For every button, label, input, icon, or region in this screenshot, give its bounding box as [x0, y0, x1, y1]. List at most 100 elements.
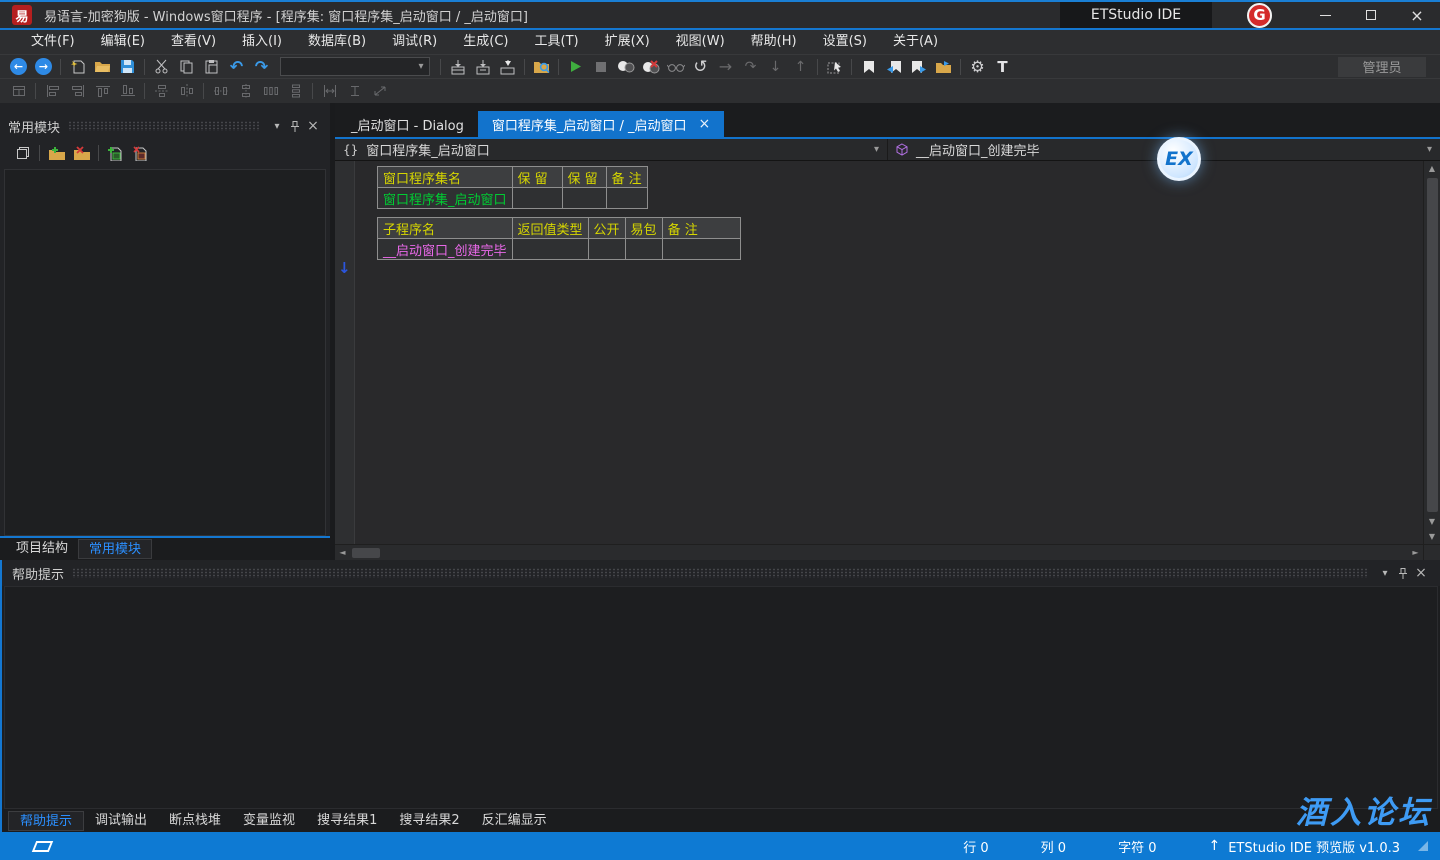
note-cell[interactable]: [662, 239, 740, 260]
step-into-button[interactable]: ↓: [763, 56, 788, 78]
tab-debug-output[interactable]: 调试输出: [84, 811, 158, 831]
horizontal-scrollbar[interactable]: ◄ ►: [335, 545, 1423, 560]
module-list-button[interactable]: [10, 142, 35, 164]
note-header[interactable]: 备 注: [662, 218, 740, 239]
step-out-button[interactable]: ↷: [738, 56, 763, 78]
resize-grip[interactable]: [1418, 841, 1428, 851]
menu-window-view[interactable]: 视图(W): [663, 30, 738, 54]
menu-tools[interactable]: 工具(T): [522, 30, 592, 54]
tab-variable-watch[interactable]: 变量监视: [232, 811, 306, 831]
spacing-equal-horizontal-button[interactable]: [258, 80, 283, 102]
step-over-button[interactable]: →: [713, 56, 738, 78]
static-compile-button[interactable]: [470, 56, 495, 78]
compile-button[interactable]: [445, 56, 470, 78]
menu-extensions[interactable]: 扩展(X): [592, 30, 663, 54]
tab-search-results-1[interactable]: 搜寻结果1: [306, 811, 388, 831]
clear-breakpoints-button[interactable]: [638, 56, 663, 78]
spacing-equal-vertical-button[interactable]: [283, 80, 308, 102]
panel-drag-texture[interactable]: [72, 568, 1368, 578]
chevron-down-icon[interactable]: ▾: [874, 144, 879, 155]
maximize-button[interactable]: [1348, 2, 1394, 28]
return-type-header[interactable]: 返回值类型: [512, 218, 588, 239]
panel-close-button[interactable]: ×: [1412, 564, 1430, 582]
space-horizontal-button[interactable]: [208, 80, 233, 102]
vertical-scrollbar[interactable]: ▲ ▼ ▼: [1423, 161, 1440, 544]
restart-button[interactable]: ↺: [688, 56, 713, 78]
scroll-down-icon[interactable]: ▼: [1424, 514, 1440, 529]
align-bottom-button[interactable]: [115, 80, 140, 102]
redo-button[interactable]: ↷: [249, 56, 274, 78]
watch-button[interactable]: [663, 56, 688, 78]
same-height-button[interactable]: [342, 80, 367, 102]
find-in-files-button[interactable]: [529, 56, 554, 78]
menu-about[interactable]: 关于(A): [880, 30, 951, 54]
toggle-breakpoint-button[interactable]: [613, 56, 638, 78]
package-header[interactable]: 易包: [625, 218, 662, 239]
menu-settings[interactable]: 设置(S): [810, 30, 880, 54]
font-tool-button[interactable]: T: [990, 56, 1015, 78]
undo-button[interactable]: ↶: [224, 56, 249, 78]
note-header[interactable]: 备 注: [606, 167, 647, 188]
public-header[interactable]: 公开: [588, 218, 625, 239]
same-width-button[interactable]: [317, 80, 342, 102]
horizontal-scroll-thumb[interactable]: [352, 548, 380, 558]
tab-startup-window-dialog[interactable]: _启动窗口 - Dialog: [337, 111, 478, 137]
tab-close-icon[interactable]: ×: [699, 116, 711, 132]
run-button[interactable]: [563, 56, 588, 78]
assembly-name-header[interactable]: 窗口程序集名: [378, 167, 513, 188]
space-vertical-button[interactable]: [233, 80, 258, 102]
add-module-file-button[interactable]: [103, 142, 128, 164]
note-cell[interactable]: [606, 188, 647, 209]
form-designer-button[interactable]: [6, 80, 31, 102]
help-panel-content[interactable]: [4, 586, 1438, 809]
reserved-cell[interactable]: [512, 188, 562, 209]
assembly-name-cell[interactable]: 窗口程序集_启动窗口: [378, 188, 513, 209]
settings-button[interactable]: ⚙: [965, 56, 990, 78]
step-up-button[interactable]: ↑: [788, 56, 813, 78]
paste-button[interactable]: [199, 56, 224, 78]
panel-close-button[interactable]: ×: [304, 117, 322, 135]
sub-name-cell[interactable]: __启动窗口_创建完毕: [378, 239, 513, 260]
same-size-button[interactable]: [367, 80, 392, 102]
panel-menu-button[interactable]: ▾: [1376, 564, 1394, 582]
cut-button[interactable]: [149, 56, 174, 78]
vertical-scroll-thumb[interactable]: [1427, 178, 1438, 512]
align-right-button[interactable]: [65, 80, 90, 102]
toolbar-search-combobox[interactable]: ▾: [280, 57, 430, 76]
etstudio-ide-button[interactable]: ETStudio IDE: [1060, 2, 1212, 28]
tab-project-structure[interactable]: 项目结构: [6, 539, 78, 559]
panel-menu-button[interactable]: ▾: [268, 117, 286, 135]
chevron-down-icon[interactable]: ▾: [1427, 144, 1432, 155]
editor-gutter[interactable]: ↓: [335, 161, 355, 544]
remove-module-file-button[interactable]: [128, 142, 153, 164]
copy-button[interactable]: [174, 56, 199, 78]
scroll-right-icon[interactable]: ►: [1408, 545, 1423, 560]
scroll-left-icon[interactable]: ◄: [335, 545, 350, 560]
close-button[interactable]: ×: [1394, 2, 1440, 28]
reserved-cell[interactable]: [562, 188, 606, 209]
reserved-header[interactable]: 保 留: [562, 167, 606, 188]
center-vertical-button[interactable]: [174, 80, 199, 102]
next-bookmark-button[interactable]: [906, 56, 931, 78]
menu-database[interactable]: 数据库(B): [295, 30, 379, 54]
public-cell[interactable]: [588, 239, 625, 260]
tab-window-assembly[interactable]: 窗口程序集_启动窗口 / _启动窗口 ×: [478, 111, 724, 137]
add-module-button[interactable]: [44, 142, 69, 164]
menu-file[interactable]: 文件(F): [18, 30, 88, 54]
select-tool-button[interactable]: [822, 56, 847, 78]
tab-search-results-2[interactable]: 搜寻结果2: [388, 811, 470, 831]
align-left-button[interactable]: [40, 80, 65, 102]
package-compile-button[interactable]: [495, 56, 520, 78]
center-horizontal-button[interactable]: [149, 80, 174, 102]
remove-module-button[interactable]: [69, 142, 94, 164]
save-button[interactable]: [115, 56, 140, 78]
minimize-button[interactable]: [1302, 2, 1348, 28]
tab-common-modules[interactable]: 常用模块: [78, 539, 152, 559]
nav-forward-button[interactable]: →: [31, 56, 56, 78]
prev-bookmark-button[interactable]: [881, 56, 906, 78]
align-top-button[interactable]: [90, 80, 115, 102]
nav-back-button[interactable]: ←: [6, 56, 31, 78]
new-file-button[interactable]: [65, 56, 90, 78]
menu-build[interactable]: 生成(C): [450, 30, 521, 54]
menu-insert[interactable]: 插入(I): [229, 30, 295, 54]
